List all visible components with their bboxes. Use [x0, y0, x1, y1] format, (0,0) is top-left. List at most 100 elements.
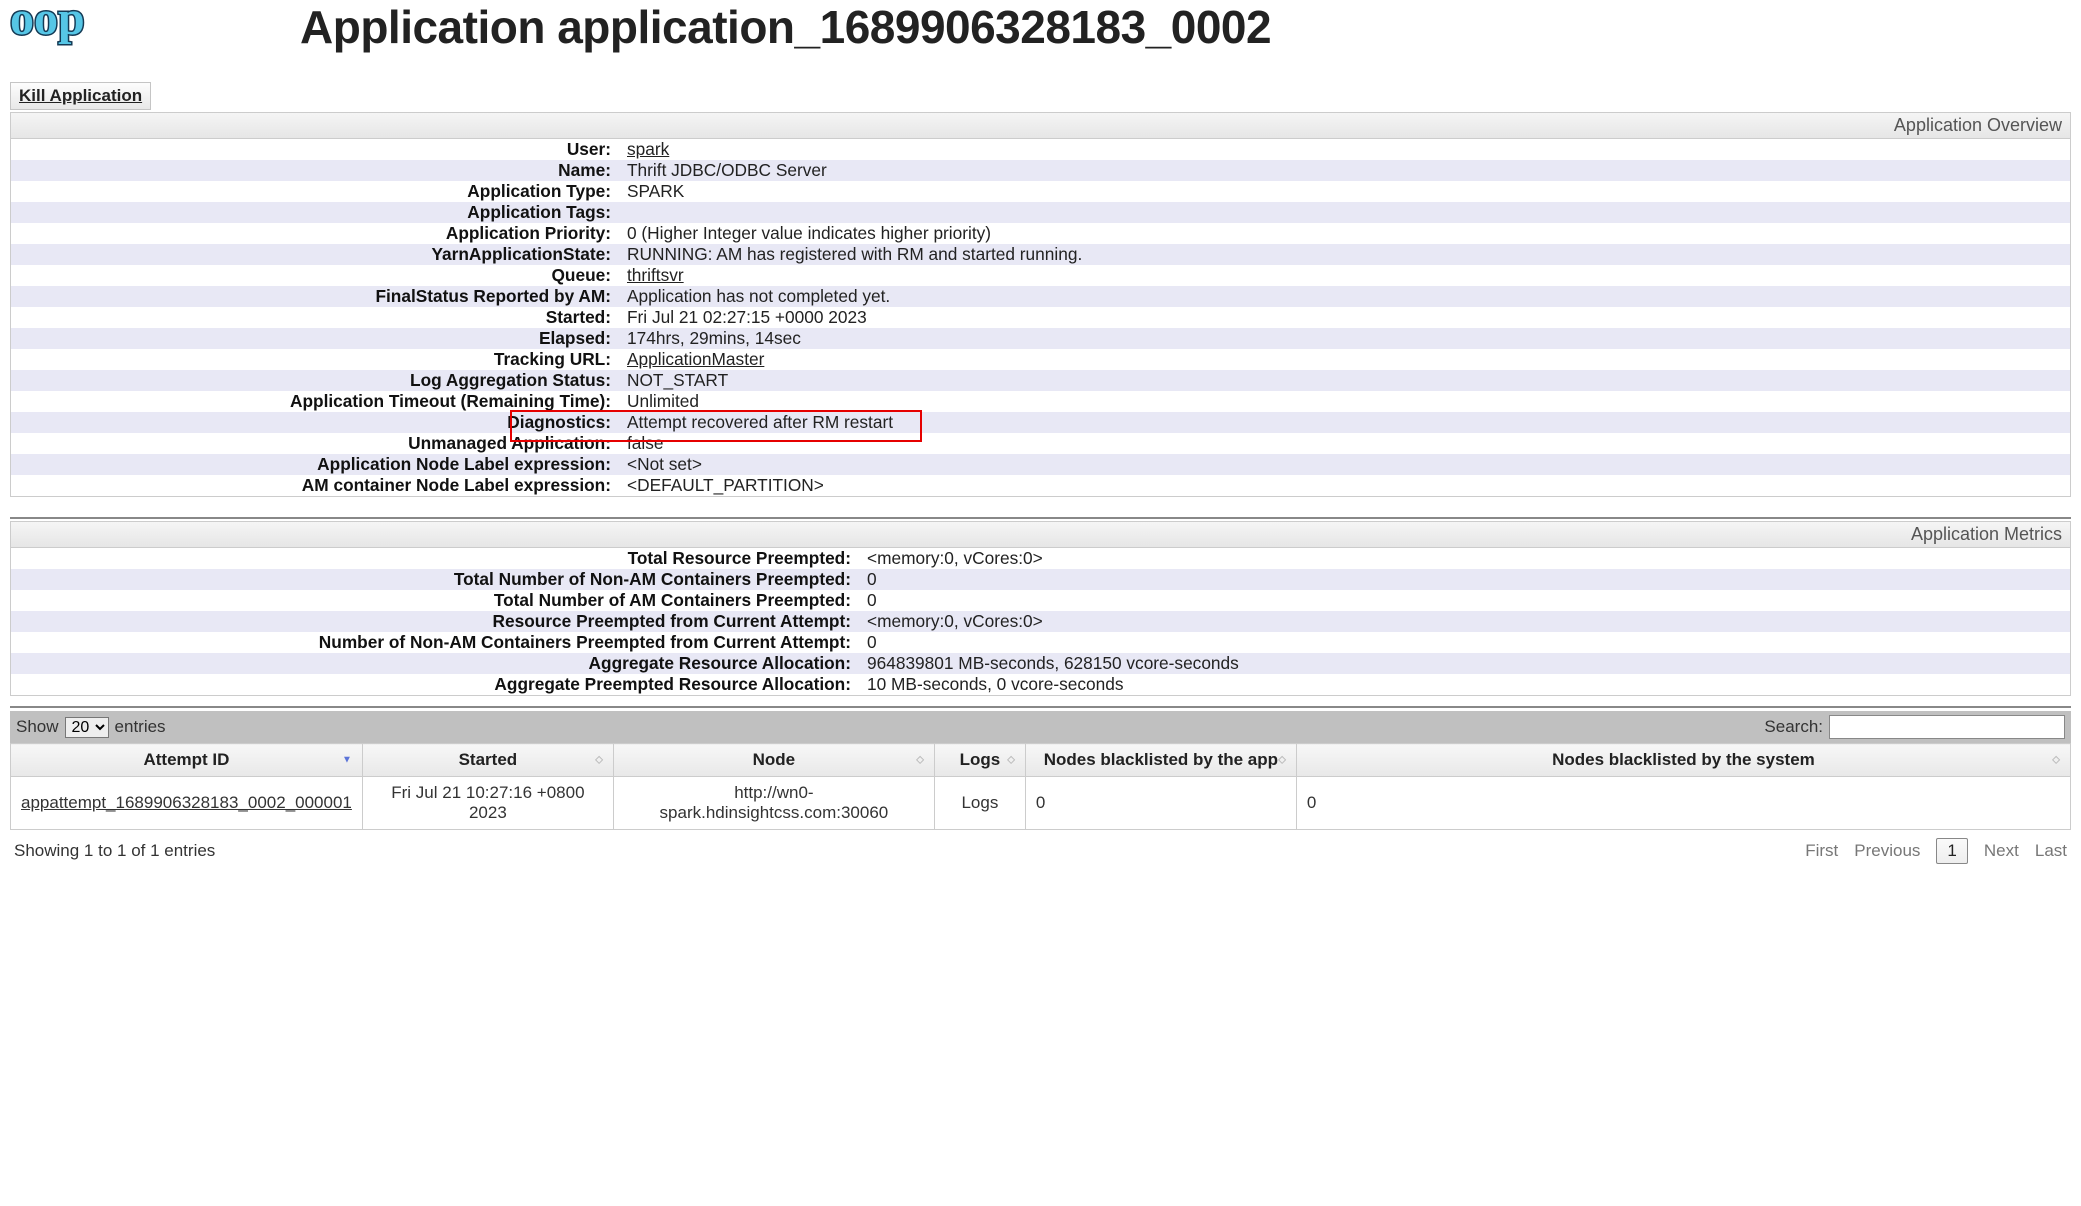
kv-value: NOT_START [621, 370, 2070, 391]
cell-bl-app: 0 [1025, 777, 1296, 830]
kv-key: Elapsed: [11, 328, 621, 349]
kv-value: <Not set> [621, 454, 2070, 475]
kv-value[interactable]: spark [621, 139, 2070, 160]
logs-link[interactable]: Logs [961, 793, 998, 812]
kv-key: User: [11, 139, 621, 160]
attempt-id-link[interactable]: appattempt_1689906328183_0002_000001 [21, 793, 352, 812]
cell-bl-sys: 0 [1296, 777, 2070, 830]
kv-row: Log Aggregation Status:NOT_START [11, 370, 2070, 391]
kv-row: Aggregate Resource Allocation:964839801 … [11, 653, 2070, 674]
kv-value: 174hrs, 29mins, 14sec [621, 328, 2070, 349]
col-bl-sys[interactable]: Nodes blacklisted by the system [1296, 744, 2070, 777]
kv-value [621, 202, 2070, 223]
application-metrics-section: Application Metrics Total Resource Preem… [10, 521, 2071, 696]
section-title-metrics: Application Metrics [11, 522, 2070, 548]
entries-label: entries [115, 717, 166, 737]
kv-row: Name:Thrift JDBC/ODBC Server [11, 160, 2070, 181]
search-input[interactable] [1829, 715, 2065, 739]
kv-value[interactable]: ApplicationMaster [621, 349, 2070, 370]
kv-row: Resource Preempted from Current Attempt:… [11, 611, 2070, 632]
page-title: Application application_1689906328183_00… [300, 0, 1271, 54]
kv-value: Unlimited [621, 391, 2070, 412]
attempts-table: Attempt ID Started Node Logs Nodes black… [10, 743, 2071, 830]
kv-row: AM container Node Label expression:<DEFA… [11, 475, 2070, 496]
kv-key: Resource Preempted from Current Attempt: [11, 611, 861, 632]
kv-value-link[interactable]: spark [627, 139, 669, 159]
kv-value: 0 [861, 590, 2070, 611]
kv-key: Aggregate Preempted Resource Allocation: [11, 674, 861, 695]
kv-row: YarnApplicationState:RUNNING: AM has reg… [11, 244, 2070, 265]
page-length-select[interactable]: 20 [65, 717, 109, 738]
show-label: Show [16, 717, 59, 737]
kv-value: RUNNING: AM has registered with RM and s… [621, 244, 2070, 265]
kv-value-link[interactable]: ApplicationMaster [627, 349, 764, 369]
kv-value: 0 [861, 569, 2070, 590]
kv-key: FinalStatus Reported by AM: [11, 286, 621, 307]
pager-next[interactable]: Next [1984, 841, 2019, 861]
kv-key: Name: [11, 160, 621, 181]
col-bl-app[interactable]: Nodes blacklisted by the app [1025, 744, 1296, 777]
kv-key: Aggregate Resource Allocation: [11, 653, 861, 674]
kv-value: false [621, 433, 2070, 454]
search-label: Search: [1764, 717, 1823, 737]
kv-row: Application Tags: [11, 202, 2070, 223]
kv-row: FinalStatus Reported by AM:Application h… [11, 286, 2070, 307]
kv-value: 0 [861, 632, 2070, 653]
kv-value: Thrift JDBC/ODBC Server [621, 160, 2070, 181]
kv-row: Elapsed:174hrs, 29mins, 14sec [11, 328, 2070, 349]
kv-key: Total Resource Preempted: [11, 548, 861, 569]
kill-application-button[interactable]: Kill Application [10, 82, 151, 110]
table-info-text: Showing 1 to 1 of 1 entries [14, 841, 215, 861]
kv-row: User: spark [11, 139, 2070, 160]
pager-last[interactable]: Last [2035, 841, 2067, 861]
kv-row: Number of Non-AM Containers Preempted fr… [11, 632, 2070, 653]
kv-key: Diagnostics: [11, 412, 621, 433]
kv-key: Application Tags: [11, 202, 621, 223]
col-started[interactable]: Started [362, 744, 613, 777]
svg-text:oop: oop [10, 0, 85, 45]
kv-row: Started:Fri Jul 21 02:27:15 +0000 2023 [11, 307, 2070, 328]
kv-key: Log Aggregation Status: [11, 370, 621, 391]
section-title-overview: Application Overview [11, 113, 2070, 139]
kv-value: 964839801 MB-seconds, 628150 vcore-secon… [861, 653, 2070, 674]
kv-value: <memory:0, vCores:0> [861, 548, 2070, 569]
kv-row: Aggregate Preempted Resource Allocation:… [11, 674, 2070, 695]
col-node[interactable]: Node [613, 744, 934, 777]
kv-row: Application Timeout (Remaining Time):Unl… [11, 391, 2070, 412]
kv-row: Application Priority:0 (Higher Integer v… [11, 223, 2070, 244]
kv-key: Unmanaged Application: [11, 433, 621, 454]
kv-row: Application Node Label expression:<Not s… [11, 454, 2070, 475]
col-attempt-id[interactable]: Attempt ID [11, 744, 363, 777]
kv-row: Application Type:SPARK [11, 181, 2070, 202]
kv-row: Total Resource Preempted:<memory:0, vCor… [11, 548, 2070, 569]
node-link[interactable]: http://wn0-spark.hdinsightcss.com:30060 [660, 783, 889, 822]
kv-key: Total Number of AM Containers Preempted: [11, 590, 861, 611]
kv-row: Queue:thriftsvr [11, 265, 2070, 286]
kv-key: Total Number of Non-AM Containers Preemp… [11, 569, 861, 590]
pager: First Previous 1 Next Last [1805, 838, 2067, 864]
kv-value-link[interactable]: thriftsvr [627, 265, 684, 285]
kv-key: YarnApplicationState: [11, 244, 621, 265]
col-logs[interactable]: Logs [934, 744, 1025, 777]
kv-key: Started: [11, 307, 621, 328]
kv-value: Attempt recovered after RM restart [621, 412, 2070, 433]
kv-row: Tracking URL: ApplicationMaster [11, 349, 2070, 370]
kv-row: Unmanaged Application:false [11, 433, 2070, 454]
application-overview-section: Application Overview User:sparkName:Thri… [10, 112, 2071, 497]
kv-key: Application Type: [11, 181, 621, 202]
kv-key: AM container Node Label expression: [11, 475, 621, 496]
kv-key: Application Priority: [11, 223, 621, 244]
kv-key: Tracking URL: [11, 349, 621, 370]
kv-row: Total Number of Non-AM Containers Preemp… [11, 569, 2070, 590]
kv-key: Number of Non-AM Containers Preempted fr… [11, 632, 861, 653]
pager-current: 1 [1936, 838, 1967, 864]
kv-value: Fri Jul 21 02:27:15 +0000 2023 [621, 307, 2070, 328]
kv-value: <DEFAULT_PARTITION> [621, 475, 2070, 496]
kv-key: Application Node Label expression: [11, 454, 621, 475]
kv-row: Diagnostics:Attempt recovered after RM r… [11, 412, 2070, 433]
kv-value[interactable]: thriftsvr [621, 265, 2070, 286]
kv-value: 10 MB-seconds, 0 vcore-seconds [861, 674, 2070, 695]
pager-previous[interactable]: Previous [1854, 841, 1920, 861]
cell-started: Fri Jul 21 10:27:16 +0800 2023 [362, 777, 613, 830]
pager-first[interactable]: First [1805, 841, 1838, 861]
